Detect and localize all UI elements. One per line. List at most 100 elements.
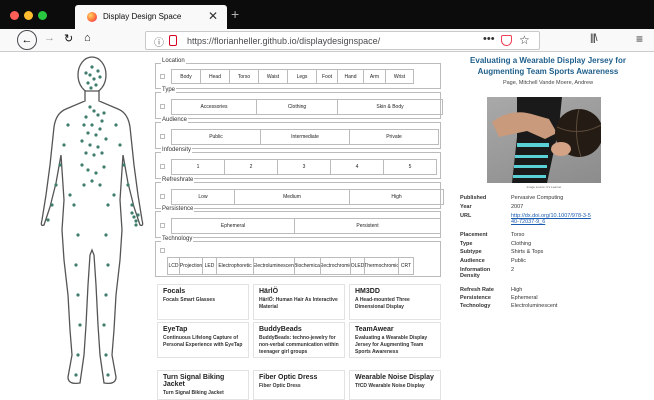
window-close-button[interactable] [10,11,19,20]
body-map-dot[interactable] [100,119,104,123]
body-map-dot[interactable] [88,73,92,77]
url-bar[interactable]: ⓘ https://florianheller.github.io/displa… [145,31,540,50]
design-card[interactable]: Turn Signal Biking Jacket Turn Signal Bik… [157,370,249,400]
body-map-dot[interactable] [89,86,93,90]
filter-option-skin-body[interactable]: Skin & Body [337,99,443,115]
body-map-dot[interactable] [74,263,78,267]
body-map-dot[interactable] [134,219,138,223]
body-map-dot[interactable] [106,203,110,207]
design-card[interactable]: TeamAwear Evaluating a Wearable Display J… [349,322,441,358]
body-map-dot[interactable] [114,123,118,127]
design-card[interactable]: BuddyBeads BuddyBeads: techno-jewelry for… [253,322,345,358]
body-map-dot[interactable] [104,233,108,237]
filter-option-5[interactable]: 5 [383,159,437,175]
body-map-dot[interactable] [126,183,130,187]
body-map-dot[interactable] [90,123,94,127]
filter-select-all-checkbox[interactable] [160,194,165,199]
window-maximize-button[interactable] [38,11,47,20]
body-map-dot[interactable] [104,293,108,297]
filter-option-electrochromic[interactable]: Electrochromic [320,257,351,275]
body-map-dot[interactable] [88,143,92,147]
page-actions-icon[interactable]: ••• [483,33,495,45]
body-map-dot[interactable] [92,109,96,113]
body-map-dot[interactable] [84,71,88,75]
design-card[interactable]: Focals Focals Smart Glasses [157,284,249,320]
forward-button[interactable]: → [44,32,55,44]
filter-select-all-checkbox[interactable] [160,248,165,253]
filter-select-all-checkbox[interactable] [160,223,165,228]
body-map-dot[interactable] [106,373,110,377]
body-map-dot[interactable] [58,163,62,167]
filter-option-head[interactable]: Head [200,69,230,84]
filter-option-intermediate[interactable]: Intermediate [260,129,350,145]
body-map-dot[interactable] [66,123,70,127]
filter-select-all-checkbox[interactable] [160,164,165,169]
body-map-dot[interactable] [100,151,104,155]
filter-option-wrist[interactable]: Wrist [385,69,414,84]
design-card[interactable]: Fiber Optic Dress Fiber Optic Dress [253,370,345,400]
body-map-dot[interactable] [80,139,84,143]
filter-option-biochemical[interactable]: Biochemical [294,257,321,275]
body-map-dot[interactable] [50,203,54,207]
body-map-dot[interactable] [68,193,72,197]
body-map-dot[interactable] [90,179,94,183]
body-map-dot[interactable] [92,153,96,157]
body-map-dot[interactable] [118,143,122,147]
pocket-icon[interactable] [501,35,512,46]
filter-option-high[interactable]: High [349,189,444,205]
filter-option-electrophoretic[interactable]: Electrophoretic [216,257,254,275]
filter-option-crt[interactable]: CRT [398,257,414,275]
reload-button[interactable]: ↻ [64,32,73,45]
library-icon[interactable]: |||\ [590,33,598,44]
filter-option-medium[interactable]: Medium [234,189,350,205]
body-map-dot[interactable] [88,105,92,109]
body-map-dot[interactable] [76,353,80,357]
body-map-dot[interactable] [92,77,96,81]
body-map-dot[interactable] [74,373,78,377]
design-card[interactable]: EyeTap Continuous Lifelong Capture of Per… [157,322,249,358]
body-map-dot[interactable] [98,127,102,131]
home-button[interactable]: ⌂ [84,32,91,44]
filter-option-waist[interactable]: Waist [258,69,288,84]
body-map-dot[interactable] [130,203,134,207]
body-map-dot[interactable] [78,323,82,327]
filter-option-4[interactable]: 4 [330,159,384,175]
body-map-dot[interactable] [94,171,98,175]
body-map-dot[interactable] [102,165,106,169]
body-map-dot[interactable] [46,218,50,222]
body-map-dot[interactable] [54,183,58,187]
body-map-dot[interactable] [96,69,100,73]
body-map-dot[interactable] [136,213,140,217]
body-map-dot[interactable] [130,211,134,215]
body-map-dot[interactable] [86,168,90,172]
body-map-dot[interactable] [122,163,126,167]
filter-option-private[interactable]: Private [349,129,439,145]
tab-close-icon[interactable]: ✕ [208,9,218,23]
filter-option-accessories[interactable]: Accessories [171,99,257,115]
browser-tab[interactable]: Display Design Space ✕ [75,5,227,29]
body-map-dot[interactable] [112,193,116,197]
filter-select-all-checkbox[interactable] [160,134,165,139]
body-map-dot[interactable] [82,123,86,127]
filter-option-foot[interactable]: Foot [316,69,338,84]
body-map-dot[interactable] [106,263,110,267]
body-map-dot[interactable] [62,143,66,147]
body-map-dot[interactable] [76,233,80,237]
new-tab-button[interactable]: + [231,6,239,22]
site-info-icon[interactable]: ⓘ [154,34,164,49]
filter-option-projection[interactable]: Projection [179,257,203,275]
body-map-dot[interactable] [86,81,90,85]
filter-option-led[interactable]: LED [202,257,217,275]
body-map[interactable] [28,55,156,400]
body-map-dot[interactable] [104,353,108,357]
body-map-dot[interactable] [84,151,88,155]
hamburger-menu-icon[interactable]: ≡ [636,32,643,46]
body-map-dot[interactable] [90,65,94,69]
body-map-dot[interactable] [86,131,90,135]
body-map-dot[interactable] [98,75,102,79]
filter-option-thermochromic[interactable]: Thermochromic [364,257,399,275]
detail-url-link[interactable]: http://dx.doi.org/10.1007/978-3-540-7203… [511,213,591,225]
back-button[interactable]: ← [17,30,37,50]
url-text[interactable]: https://florianheller.github.io/displayd… [187,36,380,46]
filter-option-body[interactable]: Body [171,69,201,84]
